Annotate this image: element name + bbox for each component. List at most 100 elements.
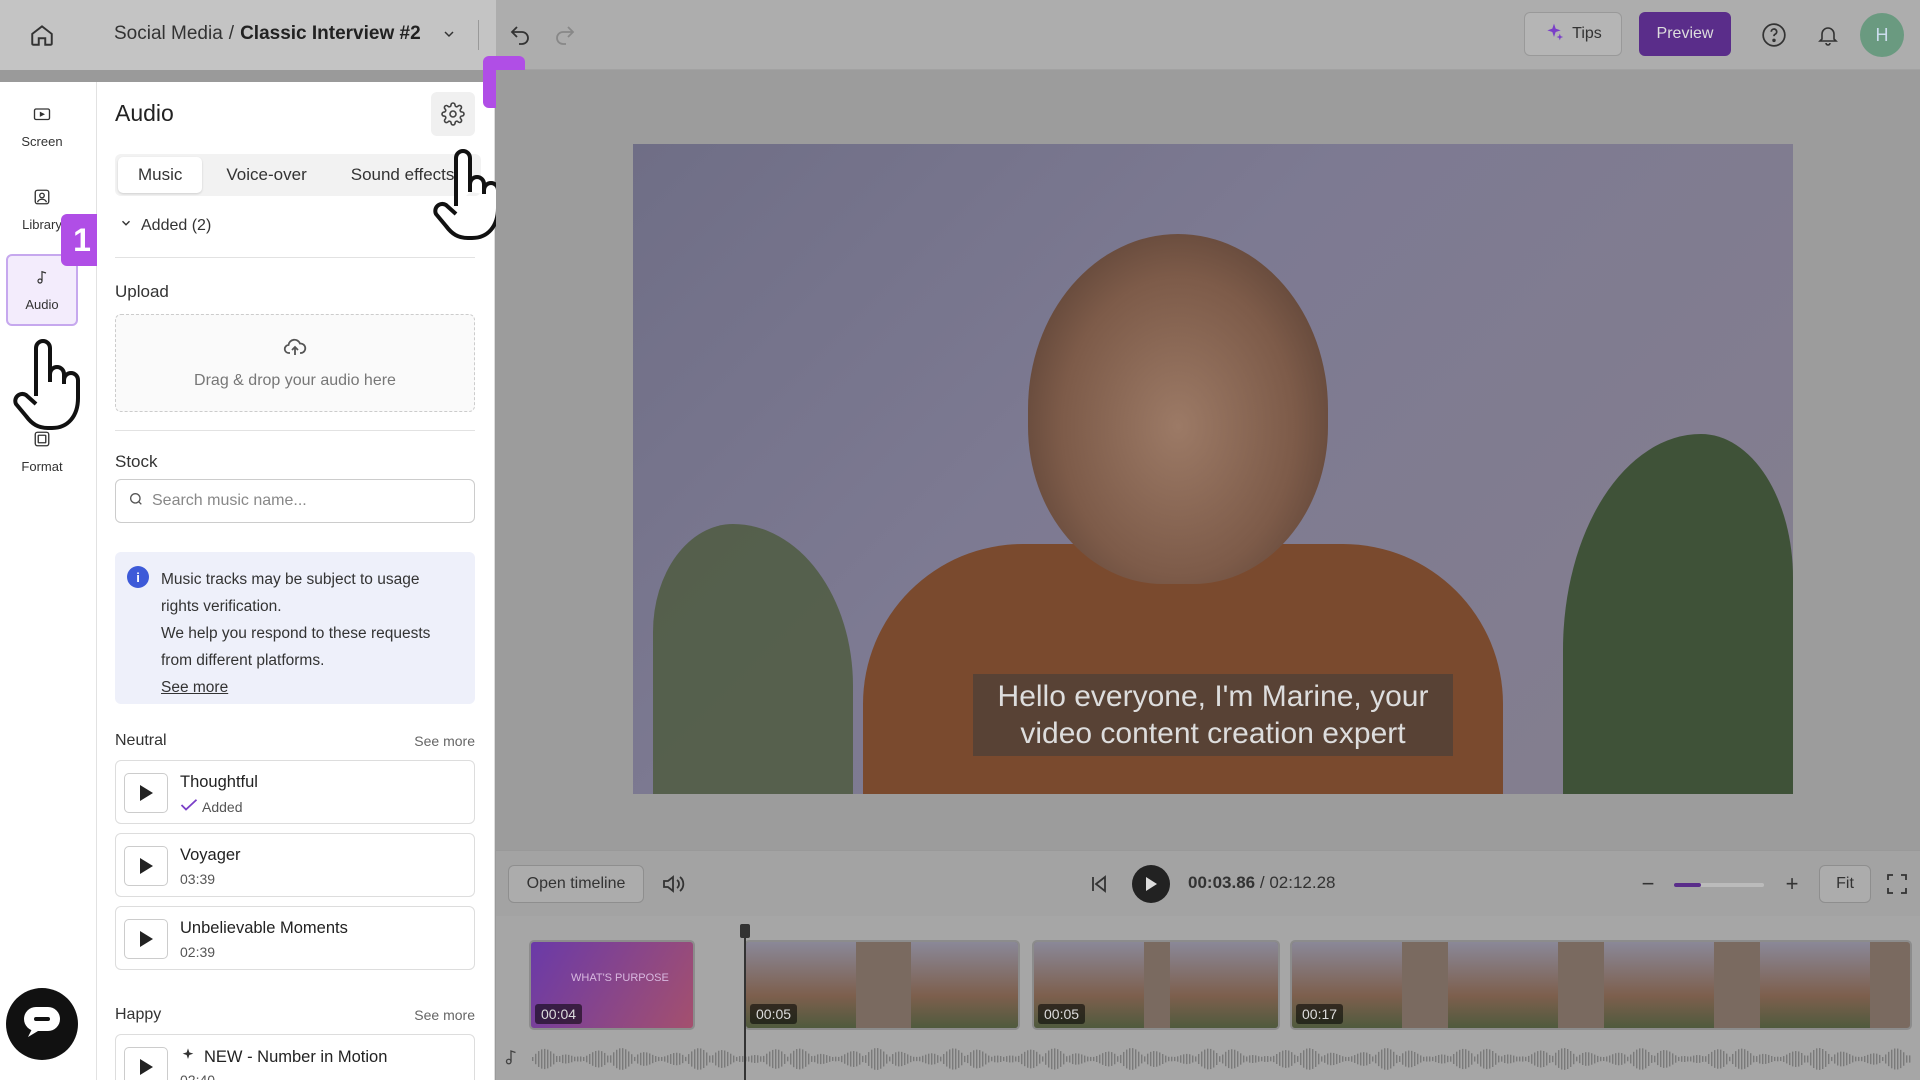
waveform-bar: [1687, 1056, 1689, 1062]
waveform-bar: [1588, 1052, 1590, 1066]
play-button[interactable]: [124, 846, 168, 886]
waveform-bar: [1798, 1051, 1800, 1067]
waveform-bar: [1183, 1054, 1185, 1064]
waveform-bar: [1354, 1055, 1356, 1063]
waveform-bar: [751, 1055, 753, 1063]
video-preview[interactable]: Hello everyone, I'm Marine, your video c…: [633, 144, 1793, 794]
audio-waveform[interactable]: [532, 1046, 1912, 1072]
play-button[interactable]: [1132, 865, 1170, 903]
zoom-slider[interactable]: [1674, 883, 1764, 887]
waveform-bar: [1351, 1056, 1353, 1062]
rail-item-screen[interactable]: Screen: [6, 92, 78, 164]
zoom-in-icon[interactable]: +: [1780, 869, 1804, 899]
waveform-bar: [559, 1056, 561, 1062]
timeline-clip[interactable]: 00:05: [744, 940, 1020, 1030]
waveform-bar: [1690, 1056, 1692, 1062]
clip-duration: 00:05: [1038, 1004, 1086, 1024]
waveform-bar: [541, 1049, 543, 1069]
waveform-bar: [1726, 1053, 1728, 1065]
tab-music[interactable]: Music: [118, 157, 203, 193]
timeline: WHAT'S PURPOSE 00:04 00:05 00:05 00:17: [496, 916, 1920, 1080]
fullscreen-icon[interactable]: [1882, 869, 1912, 899]
waveform-bar: [1336, 1053, 1338, 1065]
waveform-bar: [763, 1055, 765, 1063]
search-input[interactable]: [152, 492, 452, 510]
home-icon[interactable]: [24, 20, 60, 50]
see-more-link[interactable]: See more: [414, 1007, 475, 1023]
waveform-bar: [1714, 1050, 1716, 1068]
waveform-bar: [1141, 1054, 1143, 1064]
track-item[interactable]: Unbelievable Moments 02:39: [115, 906, 475, 970]
waveform-bar: [1171, 1056, 1173, 1062]
waveform-bar: [799, 1048, 801, 1070]
play-button[interactable]: [124, 773, 168, 813]
waveform-bar: [1885, 1054, 1887, 1064]
waveform-bar: [1834, 1054, 1836, 1064]
waveform-bar: [1144, 1056, 1146, 1062]
added-toggle[interactable]: Added (2): [119, 216, 211, 235]
waveform-bar: [1285, 1050, 1287, 1068]
waveform-bar: [1591, 1053, 1593, 1065]
bell-icon[interactable]: [1812, 19, 1844, 51]
timeline-clip[interactable]: 00:17: [1290, 940, 1912, 1030]
waveform-bar: [982, 1051, 984, 1067]
waveform-bar: [604, 1052, 606, 1066]
breadcrumb-project[interactable]: Social Media: [114, 23, 223, 45]
play-button[interactable]: [124, 919, 168, 959]
audio-dropzone[interactable]: Drag & drop your audio here: [115, 314, 475, 412]
tab-voice-over[interactable]: Voice-over: [206, 157, 326, 193]
waveform-bar: [1294, 1054, 1296, 1064]
redo-icon[interactable]: [550, 20, 580, 50]
waveform-bar: [1186, 1053, 1188, 1065]
waveform-bar: [640, 1052, 642, 1066]
play-button[interactable]: [124, 1047, 168, 1080]
waveform-bar: [1729, 1056, 1731, 1062]
chevron-down-icon[interactable]: [441, 25, 459, 43]
waveform-bar: [1594, 1054, 1596, 1064]
waveform-bar: [1204, 1049, 1206, 1069]
waveform-bar: [1042, 1056, 1044, 1062]
waveform-bar: [934, 1053, 936, 1065]
zoom-out-icon[interactable]: −: [1636, 869, 1660, 899]
waveform-bar: [1684, 1056, 1686, 1062]
waveform-bar: [1648, 1052, 1650, 1066]
chat-support-button[interactable]: [6, 988, 78, 1060]
waveform-bar: [595, 1050, 597, 1068]
waveform-bar: [712, 1055, 714, 1063]
track-item[interactable]: NEW - Number in Motion 02:40: [115, 1034, 475, 1080]
waveform-bar: [1207, 1048, 1209, 1070]
waveform-bar: [865, 1055, 867, 1063]
breadcrumb[interactable]: Social Media / Classic Interview #2: [114, 23, 459, 45]
undo-icon[interactable]: [505, 20, 535, 50]
track-item[interactable]: Thoughtful Added: [115, 760, 475, 824]
waveform-bar: [1066, 1056, 1068, 1062]
see-more-link[interactable]: See more: [161, 679, 228, 696]
breadcrumb-video[interactable]: Classic Interview #2: [240, 23, 421, 45]
track-name: Unbelievable Moments: [180, 919, 348, 937]
waveform-bar: [730, 1053, 732, 1065]
gear-icon[interactable]: [431, 92, 475, 136]
music-note-icon: [502, 1048, 522, 1068]
video-subtitle[interactable]: Hello everyone, I'm Marine, your video c…: [973, 674, 1453, 756]
tips-button[interactable]: Tips: [1524, 12, 1622, 56]
help-icon[interactable]: [1758, 19, 1790, 51]
volume-icon[interactable]: [658, 869, 688, 899]
waveform-bar: [565, 1054, 567, 1064]
waveform-bar: [571, 1055, 573, 1063]
avatar[interactable]: H: [1860, 13, 1904, 57]
waveform-bar: [1759, 1054, 1761, 1064]
waveform-bar: [1120, 1054, 1122, 1064]
see-more-link[interactable]: See more: [414, 733, 475, 749]
track-item[interactable]: Voyager 03:39: [115, 833, 475, 897]
preview-button[interactable]: Preview: [1639, 12, 1731, 56]
open-timeline-button[interactable]: Open timeline: [508, 865, 644, 903]
timeline-clip[interactable]: 00:05: [1032, 940, 1280, 1030]
waveform-bar: [1114, 1053, 1116, 1065]
timeline-clip[interactable]: WHAT'S PURPOSE 00:04: [529, 940, 695, 1030]
clip-thumbnail: [1448, 942, 1558, 1028]
waveform-bar: [859, 1053, 861, 1065]
playhead[interactable]: [740, 924, 750, 1080]
fit-button[interactable]: Fit: [1819, 865, 1871, 903]
waveform-bar: [1093, 1056, 1095, 1062]
skip-back-icon[interactable]: [1084, 869, 1114, 899]
